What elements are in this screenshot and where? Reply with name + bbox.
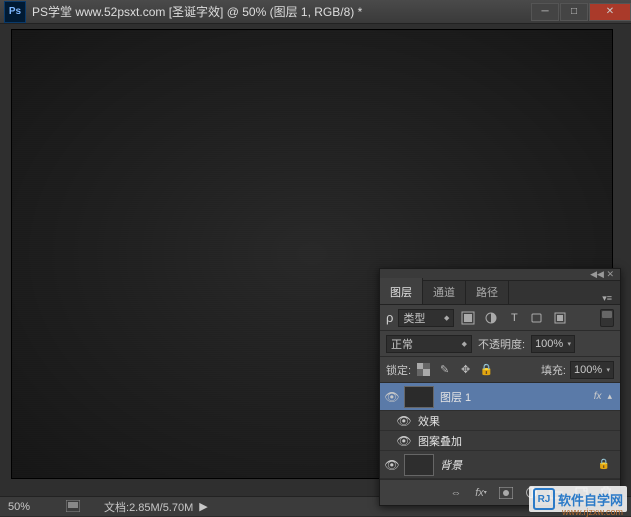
layers-list: 👁 图层 1 fx ▴ 👁 效果 👁 图案叠加 👁 背景 🔒 <box>380 383 620 479</box>
background-lock-icon: 🔒 <box>598 459 610 470</box>
status-menu-arrow[interactable]: ▶ <box>199 500 207 513</box>
layer-thumbnail-bg[interactable] <box>404 454 434 476</box>
lock-pixels-icon[interactable]: ✎ <box>436 361 453 378</box>
filter-row: ρ 类型◆ T <box>380 305 620 331</box>
visibility-toggle[interactable]: 👁 <box>384 390 400 404</box>
fill-label: 填充: <box>541 362 566 378</box>
filter-toggle[interactable] <box>600 309 614 327</box>
close-button[interactable]: ✕ <box>589 3 631 21</box>
pattern-overlay-label: 图案叠加 <box>416 433 616 449</box>
window-title: PS学堂 www.52psxt.com [圣诞字效] @ 50% (图层 1, … <box>30 3 530 20</box>
fx-expand-icon[interactable]: ▴ <box>607 391 612 402</box>
filter-type-icon[interactable]: T <box>505 309 523 327</box>
effects-visibility-toggle[interactable]: 👁 <box>396 414 412 428</box>
maximize-button[interactable]: □ <box>560 3 588 21</box>
layer-name-bg[interactable]: 背景 <box>438 457 594 473</box>
filter-adjustment-icon[interactable] <box>482 309 500 327</box>
blend-row: 正常◆ 不透明度: 100%▾ <box>380 331 620 357</box>
watermark-logo: RJ <box>533 488 555 510</box>
fill-input[interactable]: 100%▾ <box>570 361 614 379</box>
lock-label: 锁定: <box>386 362 411 378</box>
lock-transparent-icon[interactable] <box>415 361 432 378</box>
lock-all-icon[interactable]: 🔒 <box>478 361 495 378</box>
filter-smart-icon[interactable] <box>551 309 569 327</box>
layer-row-background[interactable]: 👁 背景 🔒 <box>380 451 620 479</box>
document-size: 文档:2.85M/5.70M <box>90 499 193 515</box>
filter-pixel-icon[interactable] <box>459 309 477 327</box>
opacity-input[interactable]: 100%▾ <box>531 335 575 353</box>
layer-row-layer1[interactable]: 👁 图层 1 fx ▴ <box>380 383 620 411</box>
panel-menu-button[interactable]: ▾≡ <box>594 293 620 304</box>
blend-mode-select[interactable]: 正常◆ <box>386 335 472 353</box>
tab-layers[interactable]: 图层 <box>380 278 423 304</box>
pattern-overlay-row[interactable]: 👁 图案叠加 <box>380 431 620 451</box>
minimize-button[interactable]: ─ <box>531 3 559 21</box>
layer-mask-icon[interactable] <box>498 485 514 501</box>
opacity-label: 不透明度: <box>478 336 525 352</box>
effects-row[interactable]: 👁 效果 <box>380 411 620 431</box>
filter-search-icon[interactable]: ρ <box>386 310 393 325</box>
layer-style-icon[interactable]: fx▾ <box>473 485 489 501</box>
layer-name[interactable]: 图层 1 <box>438 389 590 405</box>
status-preview-icon[interactable] <box>66 500 84 514</box>
filter-kind-select[interactable]: 类型◆ <box>398 309 454 327</box>
link-layers-icon[interactable]: ⇔ <box>448 485 464 501</box>
lock-position-icon[interactable]: ✥ <box>457 361 474 378</box>
app-logo: Ps <box>4 1 26 23</box>
fx-badge[interactable]: fx <box>594 391 602 402</box>
effects-label: 效果 <box>416 413 616 429</box>
lock-row: 锁定: ✎ ✥ 🔒 填充: 100%▾ <box>380 357 620 383</box>
pattern-visibility-toggle[interactable]: 👁 <box>396 434 412 448</box>
layers-panel: ◀◀ ✕ 图层 通道 路径 ▾≡ ρ 类型◆ T 正常◆ 不透明度: 100%▾… <box>379 268 621 506</box>
layer-thumbnail[interactable] <box>404 386 434 408</box>
visibility-toggle-bg[interactable]: 👁 <box>384 458 400 472</box>
watermark-text: 软件自学网 <box>558 490 623 509</box>
panel-tabs: 图层 通道 路径 ▾≡ <box>380 281 620 305</box>
tab-channels[interactable]: 通道 <box>423 280 466 304</box>
window-titlebar: Ps PS学堂 www.52psxt.com [圣诞字效] @ 50% (图层 … <box>0 0 631 24</box>
zoom-level[interactable]: 50% <box>0 501 60 513</box>
tab-paths[interactable]: 路径 <box>466 280 509 304</box>
filter-shape-icon[interactable] <box>528 309 546 327</box>
